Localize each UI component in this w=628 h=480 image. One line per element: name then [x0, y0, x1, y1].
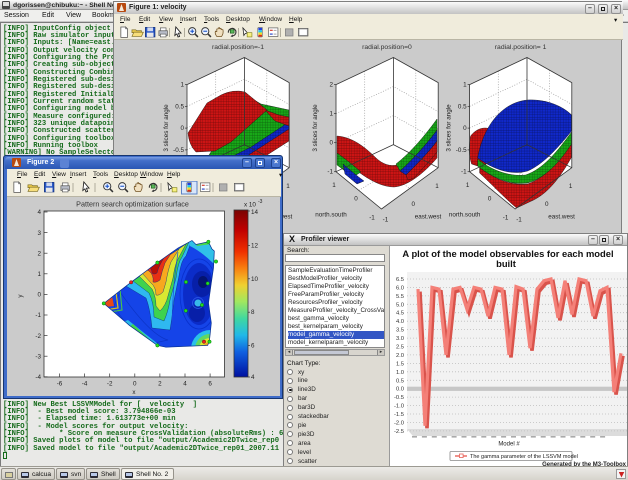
svg-text:0: 0 — [180, 125, 184, 132]
svg-text:-1: -1 — [35, 312, 41, 319]
svg-text:-3: -3 — [35, 353, 41, 360]
svg-text:-0.5: -0.5 — [456, 147, 467, 154]
svg-text:-0.5: -0.5 — [173, 147, 184, 154]
svg-text:5.0: 5.0 — [396, 302, 404, 308]
svg-text:-3: -3 — [258, 199, 263, 205]
svg-text:1: 1 — [463, 82, 467, 89]
svg-text:1: 1 — [329, 111, 333, 118]
svg-text:3 slices for angle: 3 slices for angle — [312, 104, 319, 152]
svg-text:2: 2 — [329, 82, 333, 89]
svg-text:4.0: 4.0 — [396, 319, 404, 325]
svg-text:1: 1 — [435, 183, 439, 190]
svg-text:4: 4 — [37, 209, 41, 216]
svg-text:1: 1 — [286, 183, 290, 190]
svg-text:4.5: 4.5 — [396, 311, 404, 317]
svg-text:radial.position= 1: radial.position= 1 — [495, 44, 547, 51]
svg-text:0: 0 — [354, 196, 358, 203]
svg-text:radial.position=0: radial.position=0 — [362, 44, 412, 51]
svg-text:1.5: 1.5 — [396, 361, 404, 367]
svg-text:-2.5: -2.5 — [394, 429, 404, 435]
svg-text:4: 4 — [183, 381, 187, 388]
svg-text:3.0: 3.0 — [396, 336, 404, 342]
svg-text:1: 1 — [332, 182, 336, 189]
svg-text:-2: -2 — [35, 333, 41, 340]
svg-text:east.west: east.west — [415, 214, 442, 221]
svg-text:-4: -4 — [35, 374, 41, 381]
svg-text:built: built — [496, 258, 516, 269]
svg-text:-1: -1 — [369, 215, 375, 222]
svg-text:1.0: 1.0 — [396, 370, 404, 376]
svg-text:-1: -1 — [383, 217, 389, 224]
svg-text:-1: -1 — [327, 169, 333, 176]
svg-text:3: 3 — [37, 230, 41, 237]
svg-text:The gamma parameter of the LSS: The gamma parameter of the LSSVM model — [470, 454, 578, 460]
svg-text:5.5: 5.5 — [396, 294, 404, 300]
svg-text:0: 0 — [133, 381, 137, 388]
svg-text:1: 1 — [466, 182, 470, 189]
svg-text:0: 0 — [411, 201, 415, 208]
svg-text:-1: -1 — [461, 169, 467, 176]
svg-text:Pattern search optimization su: Pattern search optimization surface — [76, 200, 189, 209]
svg-text:0: 0 — [545, 201, 549, 208]
svg-text:-1: -1 — [516, 217, 522, 224]
svg-text:14: 14 — [251, 209, 259, 216]
svg-text:6: 6 — [208, 381, 212, 388]
svg-text:0: 0 — [488, 196, 492, 203]
svg-text:0: 0 — [37, 292, 41, 299]
svg-text:0: 0 — [329, 140, 333, 147]
svg-text:1: 1 — [569, 183, 573, 190]
svg-text:8: 8 — [251, 309, 255, 316]
svg-text:6.5: 6.5 — [396, 277, 404, 283]
svg-text:-4: -4 — [82, 381, 88, 388]
svg-text:10: 10 — [251, 276, 259, 283]
svg-text:1: 1 — [37, 271, 41, 278]
svg-text:1: 1 — [180, 82, 184, 89]
svg-text:2: 2 — [37, 250, 41, 257]
svg-text:4: 4 — [251, 374, 255, 381]
svg-text:-2: -2 — [107, 381, 113, 388]
svg-text:12: 12 — [251, 242, 259, 249]
svg-text:-1.0: -1.0 — [394, 404, 404, 410]
svg-text:0: 0 — [463, 125, 467, 132]
svg-text:-2.0: -2.0 — [394, 421, 404, 427]
svg-text:north.south: north.south — [449, 212, 481, 219]
svg-text:0.0: 0.0 — [396, 387, 404, 393]
svg-text:east.west: east.west — [548, 214, 575, 221]
svg-text:0.5: 0.5 — [458, 103, 467, 110]
svg-text:2.5: 2.5 — [396, 345, 404, 351]
svg-text:north.south: north.south — [315, 212, 347, 219]
svg-text:3.5: 3.5 — [396, 328, 404, 334]
svg-text:-6: -6 — [57, 381, 63, 388]
svg-text:Model #: Model # — [498, 442, 520, 448]
svg-text:0.5: 0.5 — [396, 378, 404, 384]
svg-text:0.5: 0.5 — [175, 103, 184, 110]
svg-text:-1.5: -1.5 — [394, 412, 404, 418]
svg-text:3 slices for angle: 3 slices for angle — [446, 104, 453, 152]
svg-text:2: 2 — [158, 381, 162, 388]
svg-text:3 slices for angle: 3 slices for angle — [163, 104, 170, 152]
svg-text:-0.5: -0.5 — [394, 395, 404, 401]
svg-text:-1: -1 — [503, 215, 509, 222]
svg-text:x 10: x 10 — [244, 202, 256, 209]
svg-text:2.0: 2.0 — [396, 353, 404, 359]
svg-text:radial.position=-1: radial.position=-1 — [212, 44, 264, 51]
svg-text:6: 6 — [251, 343, 255, 350]
svg-text:6.0: 6.0 — [396, 285, 404, 291]
